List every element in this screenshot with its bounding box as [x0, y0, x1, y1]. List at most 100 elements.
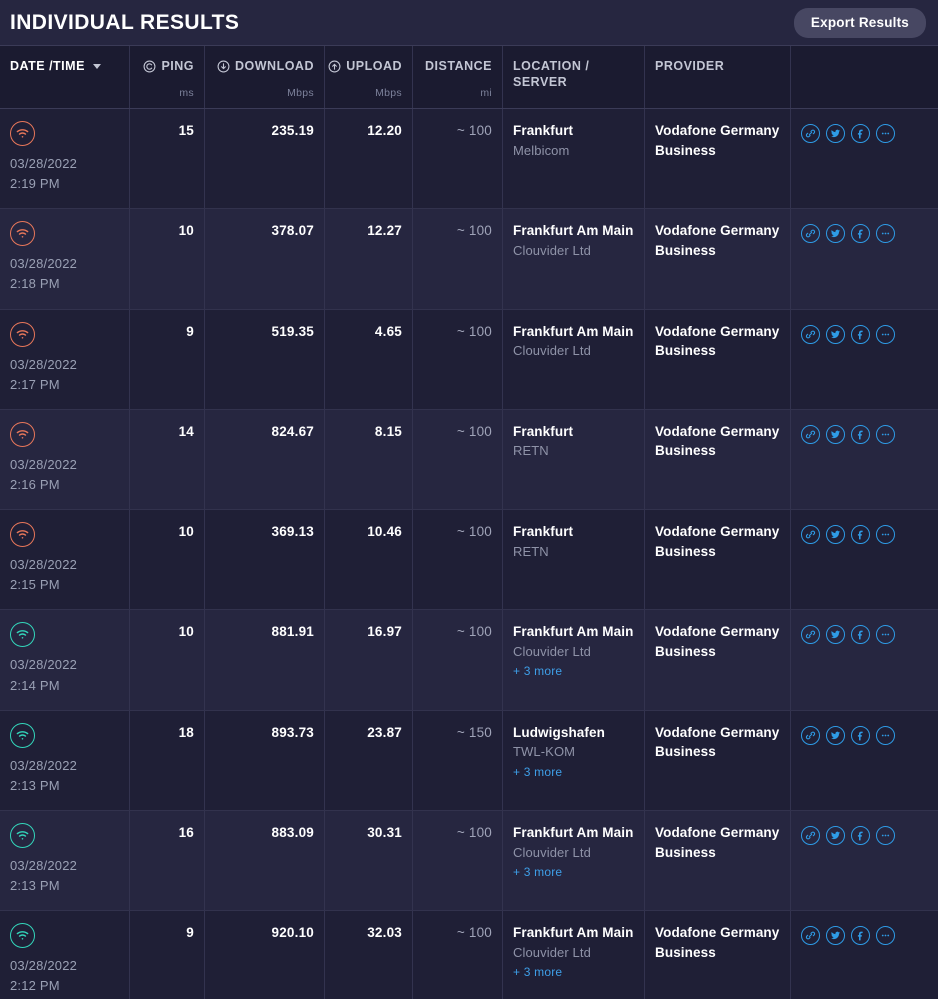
wifi-icon — [10, 923, 35, 949]
more-icon[interactable] — [876, 324, 895, 344]
facebook-icon[interactable] — [851, 625, 870, 645]
facebook-icon[interactable] — [851, 725, 870, 745]
column-header-distance[interactable]: DISTANCE mi — [413, 46, 503, 108]
column-header-upload[interactable]: UPLOAD Mbps — [325, 46, 413, 108]
cell-provider: Vodafone Germany Business — [645, 209, 791, 309]
link-icon[interactable] — [801, 625, 820, 645]
export-results-button[interactable]: Export Results — [793, 7, 926, 38]
more-icon[interactable] — [876, 124, 895, 143]
chevron-down-icon — [92, 63, 101, 69]
twitter-icon[interactable] — [826, 926, 845, 946]
more-icon[interactable] — [876, 224, 895, 244]
more-icon[interactable] — [876, 424, 895, 444]
location-more-link[interactable]: + 3 more — [513, 664, 634, 678]
twitter-icon[interactable] — [826, 825, 845, 845]
cell-distance: ~ 100 — [413, 610, 503, 710]
result-date: 03/28/2022 — [10, 557, 78, 573]
link-icon[interactable] — [801, 224, 820, 244]
cell-download: 235.19 — [205, 109, 325, 209]
twitter-icon[interactable] — [826, 525, 845, 545]
more-icon[interactable] — [876, 525, 895, 545]
cell-download: 824.67 — [205, 409, 325, 510]
cell-distance: ~ 100 — [413, 810, 503, 911]
share-actions — [801, 121, 928, 143]
connection-type — [10, 221, 119, 247]
provider-name: Vodafone Germany Business — [655, 423, 780, 459]
link-icon[interactable] — [801, 324, 820, 344]
provider-name: Vodafone Germany Business — [655, 323, 780, 359]
link-icon[interactable] — [801, 926, 820, 946]
column-header-ping[interactable]: PING ms — [130, 46, 205, 108]
table-row[interactable]: 03/28/2022 2:13 PM 18 893.73 23.87 ~ 150 Ludwi… — [0, 710, 938, 811]
link-icon[interactable] — [801, 424, 820, 444]
link-icon[interactable] — [801, 525, 820, 545]
cell-actions — [791, 711, 938, 810]
column-label-distance: DISTANCE — [425, 59, 492, 73]
link-icon[interactable] — [801, 725, 820, 745]
cell-actions — [791, 911, 938, 999]
more-icon[interactable] — [876, 825, 895, 845]
cell-location-server: Frankfurt Am Main Clouvider Ltd + 3 more — [503, 810, 645, 911]
location-server: Clouvider Ltd — [513, 643, 591, 659]
location-city: Frankfurt Am Main — [513, 223, 634, 239]
connection-type — [10, 923, 119, 949]
cell-ping: 10 — [130, 209, 205, 309]
table-row[interactable]: 03/28/2022 2:14 PM 10 881.91 16.97 ~ 100 Frank… — [0, 610, 938, 711]
facebook-icon[interactable] — [851, 124, 870, 143]
cell-download: 369.13 — [205, 510, 325, 610]
column-header-download[interactable]: DOWNLOAD Mbps — [205, 46, 325, 108]
location-city: Frankfurt — [513, 423, 574, 439]
column-header-date-time[interactable]: DATE /TIME — [0, 46, 130, 108]
download-arrow-icon — [217, 60, 230, 73]
result-time: 2:18 PM — [10, 276, 60, 292]
table-row[interactable]: 03/28/2022 2:12 PM 9 920.10 32.03 ~ 100 Frankf… — [0, 911, 938, 999]
location-server: TWL-KOM — [513, 744, 576, 760]
cell-distance: ~ 100 — [413, 409, 503, 510]
table-row[interactable]: 03/28/2022 2:15 PM 10 369.13 10.46 ~ 100 Frank… — [0, 510, 938, 611]
table-row[interactable]: 03/28/2022 2:16 PM 14 824.67 8.15 ~ 100 Frankf… — [0, 409, 938, 511]
column-unit-ping: ms — [179, 87, 194, 99]
column-header-location-server[interactable]: LOCATION / SERVER — [503, 46, 645, 108]
cell-provider: Vodafone Germany Business — [645, 409, 791, 510]
link-icon[interactable] — [801, 124, 820, 143]
provider-name: Vodafone Germany Business — [655, 223, 780, 258]
facebook-icon[interactable] — [851, 324, 870, 344]
column-header-provider[interactable]: PROVIDER — [645, 46, 791, 108]
location-more-link[interactable]: + 3 more — [513, 865, 634, 879]
cell-upload: 12.27 — [325, 209, 413, 309]
result-time: 2:17 PM — [10, 376, 60, 392]
twitter-icon[interactable] — [826, 224, 845, 244]
facebook-icon[interactable] — [851, 926, 870, 946]
twitter-icon[interactable] — [826, 124, 845, 143]
more-icon[interactable] — [876, 725, 895, 745]
share-actions — [801, 322, 928, 344]
more-icon[interactable] — [876, 625, 895, 645]
link-icon[interactable] — [801, 825, 820, 845]
column-label-date-time: DATE /TIME — [10, 59, 85, 73]
table-row[interactable]: 03/28/2022 2:13 PM 16 883.09 30.31 ~ 100 Frank… — [0, 810, 938, 912]
twitter-icon[interactable] — [826, 424, 845, 444]
cell-ping: 10 — [130, 610, 205, 710]
column-label-location-server: LOCATION / SERVER — [513, 59, 590, 89]
location-more-link[interactable]: + 3 more — [513, 965, 634, 979]
wifi-icon — [10, 822, 35, 848]
facebook-icon[interactable] — [851, 224, 870, 244]
ping-icon — [143, 60, 156, 73]
more-icon[interactable] — [876, 926, 895, 946]
location-city: Frankfurt — [513, 524, 574, 540]
location-more-link[interactable]: + 3 more — [513, 765, 634, 779]
twitter-icon[interactable] — [826, 625, 845, 645]
twitter-icon[interactable] — [826, 725, 845, 745]
share-actions — [801, 422, 928, 444]
location-server: Clouvider Ltd — [513, 343, 591, 359]
facebook-icon[interactable] — [851, 424, 870, 444]
column-header-actions — [791, 46, 938, 108]
facebook-icon[interactable] — [851, 525, 870, 545]
table-row[interactable]: 03/28/2022 2:17 PM 9 519.35 4.65 ~ 100 Frankfu… — [0, 309, 938, 410]
cell-upload: 16.97 — [325, 610, 413, 710]
table-row[interactable]: 03/28/2022 2:19 PM 15 235.19 12.20 ~ 100 Frank… — [0, 109, 938, 210]
twitter-icon[interactable] — [826, 324, 845, 344]
facebook-icon[interactable] — [851, 825, 870, 845]
share-actions — [801, 522, 928, 545]
table-row[interactable]: 03/28/2022 2:18 PM 10 378.07 12.27 ~ 100 Frank… — [0, 209, 938, 310]
